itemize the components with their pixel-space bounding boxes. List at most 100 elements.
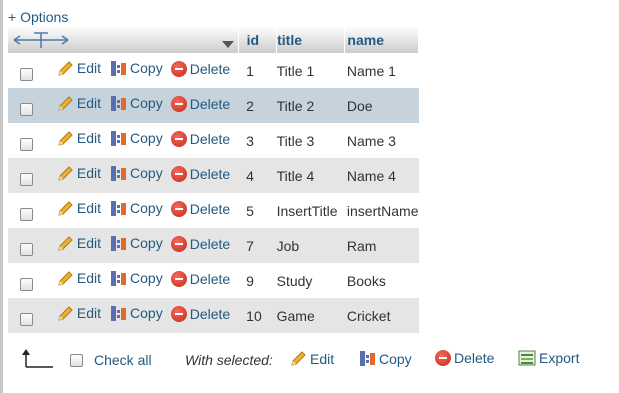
- row-edit-label: Edit: [76, 60, 102, 77]
- cell-name: Name 3: [344, 123, 419, 158]
- bulk-copy-label: Copy: [379, 350, 412, 367]
- row-copy-label: Copy: [130, 95, 163, 112]
- table-row[interactable]: Edit Copy Delete 4 Title 4 Name 4: [8, 158, 419, 193]
- row-edit-button[interactable]: Edit: [57, 165, 101, 182]
- row-delete-button[interactable]: Delete: [170, 60, 230, 77]
- delete-icon: [170, 305, 187, 322]
- row-checkbox[interactable]: [20, 243, 33, 257]
- check-all-checkbox[interactable]: [70, 354, 83, 367]
- bulk-edit-button[interactable]: Edit: [290, 350, 334, 367]
- row-copy-button[interactable]: Copy: [109, 200, 163, 217]
- row-checkbox[interactable]: [20, 278, 33, 292]
- delete-icon: [170, 270, 187, 287]
- row-copy-button[interactable]: Copy: [109, 95, 163, 112]
- bulk-delete-label: Delete: [454, 350, 495, 366]
- table-row[interactable]: Edit Copy Delete 10 Game Cricket: [8, 298, 419, 333]
- column-header-title[interactable]: title: [276, 26, 346, 53]
- copy-icon: [109, 270, 127, 287]
- row-actions-cell: Edit Copy Delete: [8, 158, 239, 193]
- row-actions-cell: Edit Copy Delete: [8, 53, 239, 88]
- cell-id: 9: [238, 263, 277, 298]
- delete-icon: [170, 235, 187, 252]
- row-delete-button[interactable]: Delete: [170, 165, 230, 182]
- row-delete-button[interactable]: Delete: [170, 270, 231, 287]
- cell-id: 7: [238, 228, 277, 263]
- check-all-arrow-icon: [20, 347, 54, 372]
- row-copy-label: Copy: [130, 130, 163, 147]
- table-footer: Check all With selected: Edit Copy Delet…: [20, 345, 610, 375]
- copy-icon: [109, 95, 127, 112]
- with-selected-label: With selected:: [185, 352, 273, 368]
- row-delete-label: Delete: [189, 305, 231, 322]
- row-edit-label: Edit: [76, 200, 102, 217]
- cell-title: Game: [276, 298, 345, 333]
- row-copy-label: Copy: [130, 305, 163, 322]
- cell-title: Title 3: [276, 123, 345, 158]
- row-checkbox[interactable]: [20, 208, 33, 222]
- column-header-id[interactable]: id: [238, 26, 278, 53]
- row-copy-button[interactable]: Copy: [109, 235, 163, 252]
- bulk-export-label: Export: [539, 350, 580, 366]
- row-checkbox[interactable]: [20, 103, 33, 117]
- cell-id: 3: [238, 123, 277, 158]
- check-all-link[interactable]: Check all: [94, 352, 152, 368]
- row-delete-label: Delete: [189, 270, 231, 287]
- row-edit-button[interactable]: Edit: [57, 130, 101, 147]
- pencil-icon: [57, 95, 74, 112]
- sort-dropdown-icon[interactable]: [219, 35, 234, 51]
- row-edit-button[interactable]: Edit: [57, 305, 101, 322]
- row-checkbox[interactable]: [20, 68, 33, 82]
- bulk-copy-button[interactable]: Copy: [358, 350, 412, 367]
- delete-icon: [170, 165, 187, 182]
- row-checkbox[interactable]: [20, 313, 33, 327]
- row-edit-label: Edit: [76, 165, 102, 182]
- row-delete-button[interactable]: Delete: [170, 130, 231, 147]
- table-row[interactable]: Edit Copy Delete 1 Title 1 Name 1: [8, 53, 419, 88]
- cell-id: 10: [238, 298, 277, 333]
- pencil-icon: [57, 60, 74, 77]
- row-copy-button[interactable]: Copy: [109, 60, 163, 77]
- row-edit-button[interactable]: Edit: [57, 235, 101, 252]
- table-row[interactable]: Edit Copy Delete 7 Job Ram: [8, 228, 419, 263]
- table-row[interactable]: Edit Copy Delete 5 InsertTitle insertNam…: [8, 193, 419, 228]
- row-copy-button[interactable]: Copy: [109, 165, 163, 182]
- table-row[interactable]: Edit Copy Delete 3 Title 3 Name 3: [8, 123, 419, 158]
- row-copy-button[interactable]: Copy: [109, 270, 163, 287]
- table-row[interactable]: Edit Copy Delete 2 Title 2 Doe: [8, 88, 419, 123]
- row-delete-button[interactable]: Delete: [170, 200, 230, 217]
- cell-name: Doe: [344, 88, 419, 123]
- row-edit-label: Edit: [76, 270, 102, 287]
- row-delete-button[interactable]: Delete: [170, 235, 231, 252]
- bulk-delete-button[interactable]: Delete: [435, 350, 494, 366]
- row-delete-button[interactable]: Delete: [170, 305, 231, 322]
- row-actions-cell: Edit Copy Delete: [8, 298, 239, 333]
- row-copy-button[interactable]: Copy: [109, 130, 163, 147]
- column-resize-arrows-icon[interactable]: [12, 29, 70, 52]
- row-checkbox[interactable]: [20, 173, 33, 187]
- column-header-name[interactable]: name: [344, 26, 419, 53]
- copy-icon: [109, 235, 127, 252]
- row-edit-button[interactable]: Edit: [57, 270, 101, 287]
- cell-title: Job: [276, 228, 345, 263]
- cell-id: 4: [238, 158, 277, 193]
- row-copy-label: Copy: [130, 270, 163, 287]
- cell-title: Title 4: [276, 158, 345, 193]
- cell-title: InsertTitle: [276, 193, 345, 228]
- cell-name: Name 4: [344, 158, 419, 193]
- table-row[interactable]: Edit Copy Delete 9 Study Books: [8, 263, 419, 298]
- row-copy-label: Copy: [130, 235, 163, 252]
- row-delete-label: Delete: [189, 130, 231, 147]
- row-edit-button[interactable]: Edit: [57, 200, 101, 217]
- row-delete-button[interactable]: Delete: [170, 95, 230, 112]
- row-checkbox[interactable]: [20, 138, 33, 152]
- cell-name: insertName: [344, 193, 419, 228]
- bulk-export-button[interactable]: Export: [518, 350, 579, 366]
- options-toggle[interactable]: + Options: [8, 9, 68, 25]
- row-edit-button[interactable]: Edit: [57, 95, 101, 112]
- cell-id: 1: [238, 53, 277, 88]
- row-edit-button[interactable]: Edit: [57, 60, 101, 77]
- bulk-edit-label: Edit: [310, 350, 335, 367]
- row-copy-button[interactable]: Copy: [109, 305, 163, 322]
- row-actions-cell: Edit Copy Delete: [8, 88, 239, 123]
- row-delete-label: Delete: [189, 235, 231, 252]
